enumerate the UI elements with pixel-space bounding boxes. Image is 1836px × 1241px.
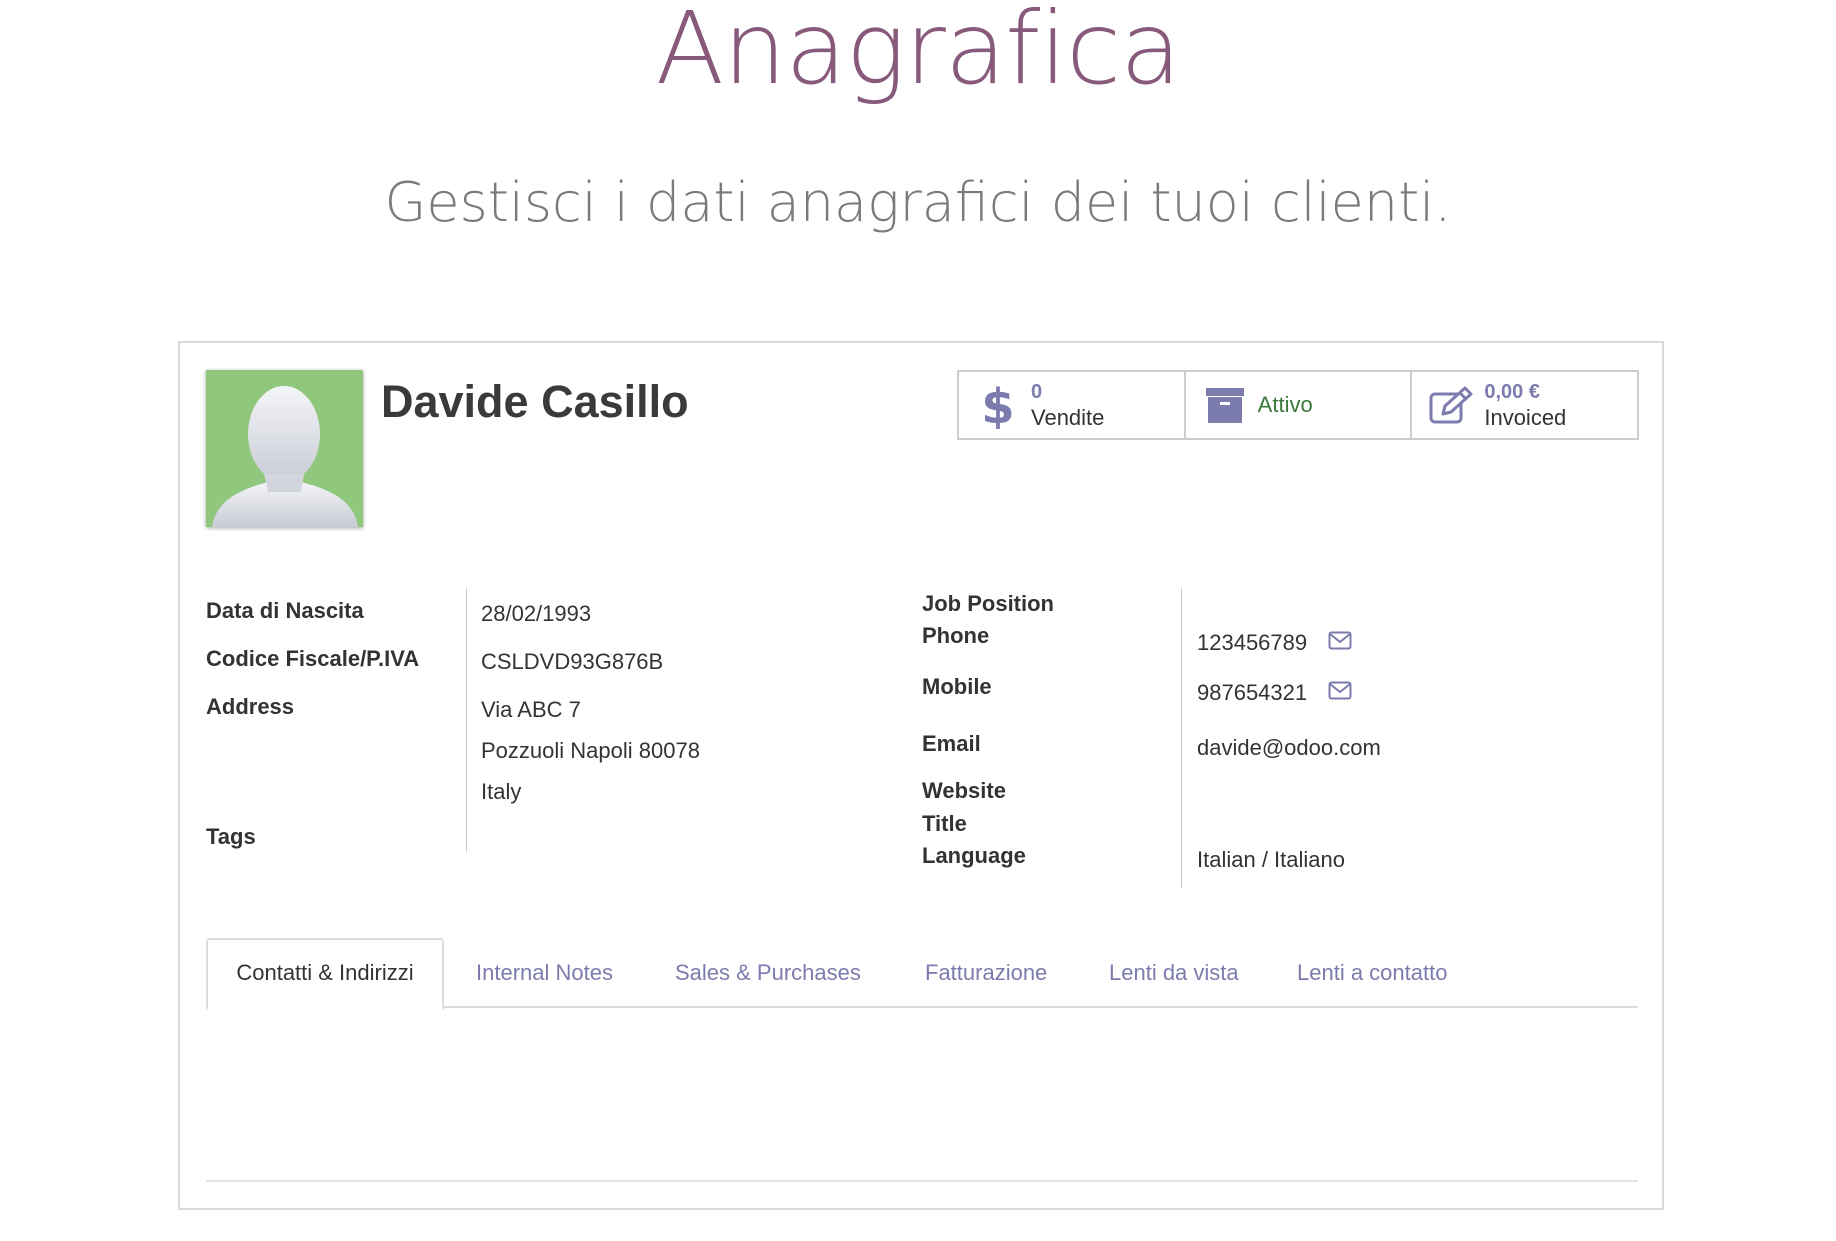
right-group-divider — [1181, 588, 1182, 888]
birth-date-label: Data di Nascita — [206, 598, 364, 623]
hero-title: Anagrafica — [655, 0, 1182, 107]
dollar-icon: $ — [981, 381, 1014, 429]
notebook-tabs: Contatti & Indirizzi Internal Notes Sale… — [206, 938, 1638, 1010]
tab-content-divider — [206, 1180, 1638, 1182]
sales-count: 0 — [1031, 381, 1043, 403]
address-country[interactable]: Italy — [481, 779, 521, 805]
tax-code-value[interactable]: CSLDVD93G876B — [481, 649, 663, 675]
invoiced-label: Invoiced — [1484, 405, 1567, 430]
avatar[interactable] — [206, 370, 363, 527]
address-city[interactable]: Pozzuoli Napoli 80078 — [481, 738, 700, 764]
tab-eyeglass-lenses[interactable]: Lenti da vista — [1109, 938, 1239, 1008]
tab-sales-purchases[interactable]: Sales & Purchases — [675, 938, 861, 1008]
address-label: Address — [206, 694, 295, 719]
envelope-icon[interactable] — [1328, 681, 1352, 700]
left-group-divider — [466, 588, 467, 852]
invoiced-smart-button[interactable]: 0,00 € Invoiced — [1412, 372, 1637, 438]
active-smart-button[interactable]: Attivo — [1186, 372, 1413, 438]
mobile-value[interactable]: 987654321 — [1197, 680, 1307, 706]
tab-invoicing[interactable]: Fatturazione — [925, 938, 1047, 1008]
partner-name[interactable]: Davide Casillo — [381, 372, 689, 432]
tax-code-label: Codice Fiscale/P.IVA — [206, 646, 420, 671]
title-label: Title — [922, 811, 967, 836]
email-value[interactable]: davide@odoo.com — [1197, 735, 1381, 761]
smart-buttons: $ 0 Vendite Attivo 0,00 € Invoiced — [957, 370, 1639, 440]
language-value[interactable]: Italian / Italiano — [1197, 847, 1345, 873]
invoiced-amount: 0,00 € — [1484, 381, 1540, 403]
tab-contacts-addresses[interactable]: Contatti & Indirizzi — [206, 938, 444, 1010]
sales-label: Vendite — [1031, 405, 1105, 430]
job-position-label: Job Position — [922, 591, 1054, 616]
archive-icon — [1205, 388, 1244, 423]
tab-internal-notes[interactable]: Internal Notes — [476, 938, 613, 1008]
phone-value[interactable]: 123456789 — [1197, 630, 1307, 656]
envelope-icon[interactable] — [1328, 631, 1352, 650]
sales-smart-button[interactable]: $ 0 Vendite — [959, 372, 1186, 438]
user-placeholder-icon — [206, 370, 363, 527]
mobile-label: Mobile — [922, 674, 992, 699]
edit-icon — [1429, 386, 1473, 424]
active-label: Attivo — [1257, 392, 1313, 417]
address-street[interactable]: Via ABC 7 — [481, 697, 581, 723]
svg-text:$: $ — [981, 381, 1014, 429]
language-label: Language — [922, 843, 1026, 868]
website-label: Website — [922, 778, 1006, 803]
tags-label: Tags — [206, 824, 256, 849]
phone-label: Phone — [922, 623, 990, 648]
email-label: Email — [922, 731, 981, 756]
tab-contact-lenses[interactable]: Lenti a contatto — [1297, 938, 1447, 1008]
partner-form-card — [178, 341, 1664, 1210]
hero-subtitle: Gestisci i dati anagrafici dei tuoi clie… — [384, 171, 1452, 234]
birth-date-value[interactable]: 28/02/1993 — [481, 601, 591, 627]
